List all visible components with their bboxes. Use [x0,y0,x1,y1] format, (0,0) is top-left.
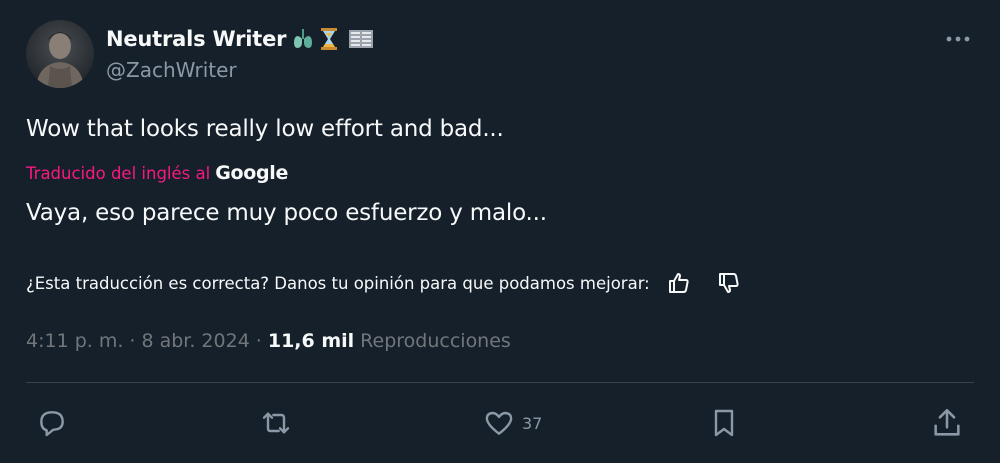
tweet: Neutrals Writer @ZachWriter Wow that loo… [0,0,1000,463]
retweet-button[interactable] [258,402,294,444]
meta-separator: · [129,330,136,352]
divider [26,382,974,383]
more-icon [946,36,970,42]
views-label: Reproducciones [360,330,511,352]
reply-icon [40,411,64,437]
heart-icon [485,411,513,435]
avatar-image [26,20,94,88]
feedback-prompt: ¿Esta traducción es correcta? Danos tu o… [26,273,650,293]
translation-label: Traducido del inglés al [26,163,211,183]
translation-feedback: ¿Esta traducción es correcta? Danos tu o… [26,266,746,300]
views-count: 11,6 mil [267,330,355,352]
like-count: 37 [522,413,543,433]
translated-text: Vaya, eso parece muy poco esfuerzo y mal… [26,200,547,226]
share-icon [934,408,960,436]
retweet-icon [262,412,290,434]
tweet-text: Wow that looks really low effort and bad… [26,116,504,142]
author-display-name[interactable]: Neutrals Writer [106,27,287,51]
book-emoji-icon [348,27,374,51]
author-name-row: Neutrals Writer [106,24,374,54]
avatar[interactable] [26,20,94,88]
more-options-button[interactable] [938,26,978,52]
tweet-meta: 4:11 p. m. · 8 abr. 2024 · 11,6 mil Repr… [26,326,511,356]
lungs-emoji-icon [292,27,314,51]
bookmark-button[interactable] [708,402,740,444]
tweet-time[interactable]: 4:11 p. m. [26,330,123,352]
google-logo: Google [215,162,289,184]
thumbs-up-icon [668,273,689,293]
like-button[interactable]: 37 [482,402,542,444]
hourglass-emoji-icon [320,27,342,51]
reply-button[interactable] [36,402,68,444]
translation-attribution: Traducido del inglés al Google [26,158,288,188]
meta-separator: · [255,330,262,352]
bookmark-icon [714,409,734,437]
thumbs-down-button[interactable] [712,266,746,300]
thumbs-up-button[interactable] [662,266,696,300]
tweet-date[interactable]: 8 abr. 2024 [141,330,249,352]
share-button[interactable] [930,402,964,444]
thumbs-down-icon [718,273,739,293]
author-handle[interactable]: @ZachWriter [106,58,237,82]
